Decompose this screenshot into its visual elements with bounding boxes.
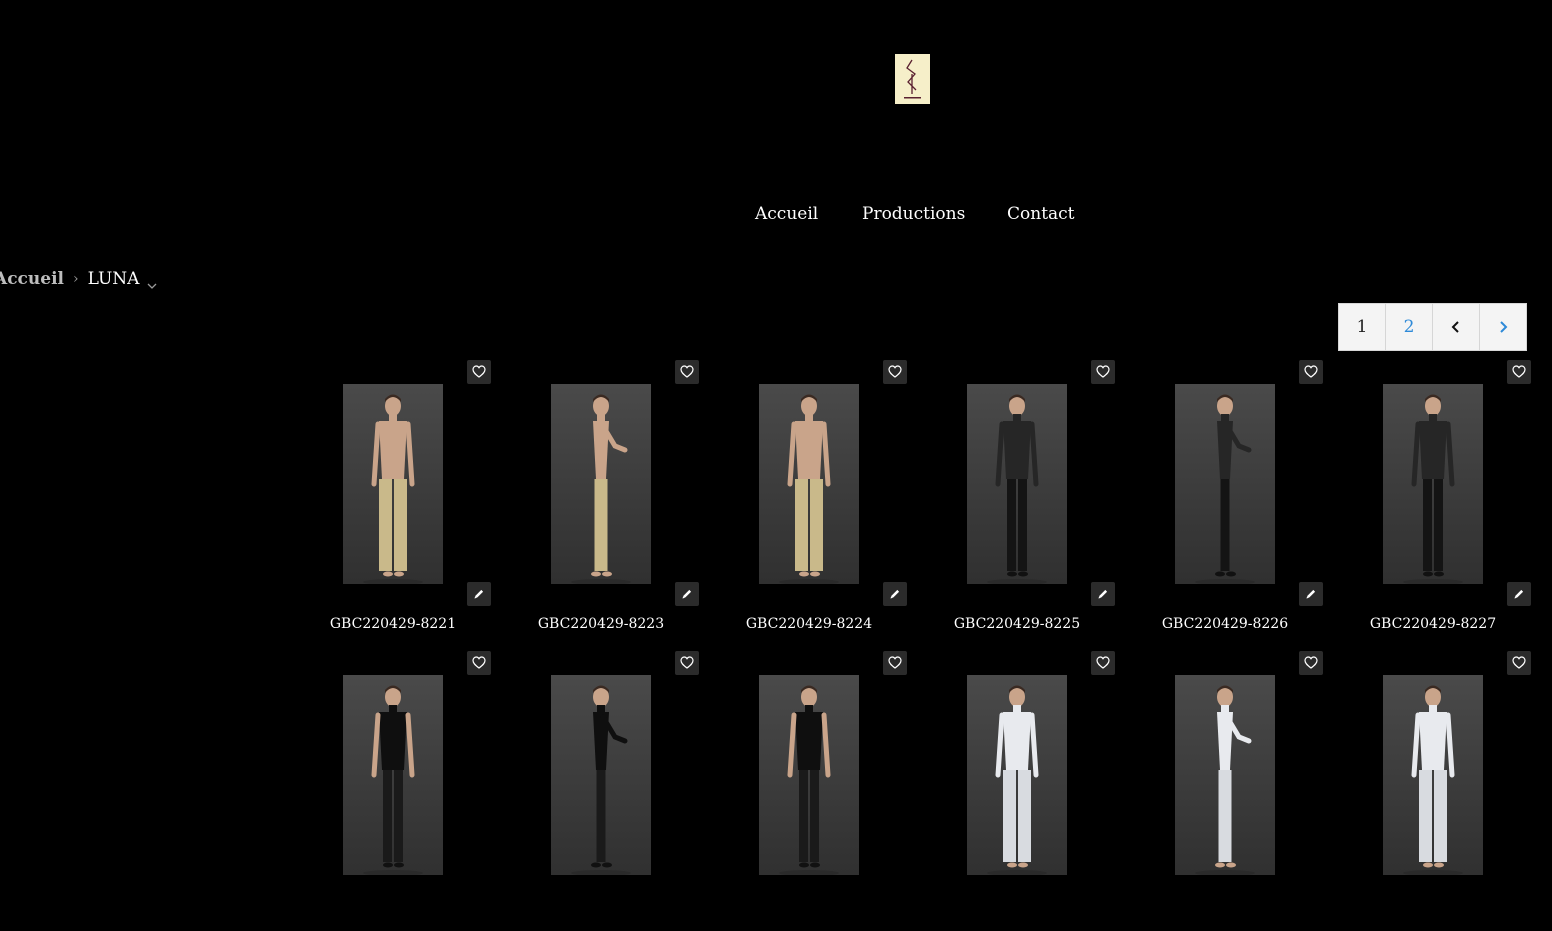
gallery-photo[interactable] xyxy=(551,675,651,875)
page-2-button[interactable]: 2 xyxy=(1385,303,1433,351)
edit-button[interactable] xyxy=(675,582,699,606)
heart-icon xyxy=(472,654,486,673)
photo-caption: GBC220429-8227 xyxy=(1369,616,1497,632)
main-nav: Accueil Productions Contact xyxy=(0,204,1552,228)
photo-caption: GBC220429-8221 xyxy=(329,616,457,632)
edit-button[interactable] xyxy=(1299,582,1323,606)
favorite-button[interactable] xyxy=(883,360,907,384)
chevron-right-icon xyxy=(1500,321,1508,333)
heart-icon xyxy=(1096,654,1110,673)
gallery-photo[interactable] xyxy=(343,675,443,875)
heart-icon xyxy=(1096,363,1110,382)
favorite-button[interactable] xyxy=(1091,360,1115,384)
pencil-icon xyxy=(1305,585,1317,604)
heart-icon xyxy=(680,654,694,673)
gallery-photo[interactable] xyxy=(1383,675,1483,875)
photo-caption: GBC220429-8225 xyxy=(953,616,1081,632)
chevron-down-icon[interactable] xyxy=(147,275,157,289)
pencil-icon xyxy=(681,585,693,604)
gallery-photo[interactable] xyxy=(343,384,443,584)
heart-icon xyxy=(1512,654,1526,673)
gallery-photo[interactable] xyxy=(1175,675,1275,875)
gallery-photo[interactable] xyxy=(967,384,1067,584)
gallery-item: GBC220429-8221 xyxy=(319,360,527,640)
pencil-icon xyxy=(1513,585,1525,604)
gallery-item xyxy=(319,651,527,931)
heart-icon xyxy=(472,363,486,382)
breadcrumb: Accueil › LUNA xyxy=(0,268,157,290)
gallery-item xyxy=(943,651,1151,931)
edit-button[interactable] xyxy=(467,582,491,606)
prev-page-button[interactable] xyxy=(1432,303,1480,351)
nav-item-contact[interactable]: Contact xyxy=(1007,204,1075,224)
heart-icon xyxy=(888,363,902,382)
heart-icon xyxy=(1304,363,1318,382)
site-logo[interactable] xyxy=(895,54,930,104)
edit-button[interactable] xyxy=(883,582,907,606)
edit-button[interactable] xyxy=(1507,582,1531,606)
page-1-button[interactable]: 1 xyxy=(1338,303,1386,351)
gallery-photo[interactable] xyxy=(1175,384,1275,584)
heart-icon xyxy=(888,654,902,673)
gallery-item xyxy=(735,651,943,931)
chevron-left-icon xyxy=(1451,321,1459,333)
pencil-icon xyxy=(473,585,485,604)
favorite-button[interactable] xyxy=(883,651,907,675)
gallery-item: GBC220429-8225 xyxy=(943,360,1151,640)
favorite-button[interactable] xyxy=(1299,360,1323,384)
breadcrumb-current[interactable]: LUNA xyxy=(88,269,140,289)
gallery-photo[interactable] xyxy=(551,384,651,584)
heart-icon xyxy=(1304,654,1318,673)
gallery-item: GBC220429-8224 xyxy=(735,360,943,640)
photo-caption: GBC220429-8226 xyxy=(1161,616,1289,632)
gallery-item xyxy=(527,651,735,931)
pencil-icon xyxy=(889,585,901,604)
gallery-photo[interactable] xyxy=(967,675,1067,875)
heart-icon xyxy=(1512,363,1526,382)
photo-caption: GBC220429-8223 xyxy=(537,616,665,632)
favorite-button[interactable] xyxy=(1507,360,1531,384)
gallery-item: GBC220429-8223 xyxy=(527,360,735,640)
photo-caption: GBC220429-8224 xyxy=(745,616,873,632)
favorite-button[interactable] xyxy=(675,651,699,675)
gallery-photo[interactable] xyxy=(759,384,859,584)
pagination: 1 2 xyxy=(1338,303,1527,351)
edit-button[interactable] xyxy=(1091,582,1115,606)
favorite-button[interactable] xyxy=(1299,651,1323,675)
next-page-button[interactable] xyxy=(1479,303,1527,351)
nav-item-accueil[interactable]: Accueil xyxy=(755,204,818,224)
favorite-button[interactable] xyxy=(1507,651,1531,675)
gallery-photo[interactable] xyxy=(759,675,859,875)
favorite-button[interactable] xyxy=(1091,651,1115,675)
logo-mark-icon xyxy=(904,59,921,99)
favorite-button[interactable] xyxy=(675,360,699,384)
breadcrumb-separator-icon: › xyxy=(72,271,79,287)
gallery-photo[interactable] xyxy=(1383,384,1483,584)
breadcrumb-home-link[interactable]: Accueil xyxy=(0,269,64,289)
favorite-button[interactable] xyxy=(467,360,491,384)
pencil-icon xyxy=(1097,585,1109,604)
heart-icon xyxy=(680,363,694,382)
gallery-item: GBC220429-8226 xyxy=(1151,360,1359,640)
gallery-item xyxy=(1151,651,1359,931)
gallery-item xyxy=(1359,651,1552,931)
gallery-item: GBC220429-8227 xyxy=(1359,360,1552,640)
favorite-button[interactable] xyxy=(467,651,491,675)
nav-item-productions[interactable]: Productions xyxy=(862,204,965,224)
